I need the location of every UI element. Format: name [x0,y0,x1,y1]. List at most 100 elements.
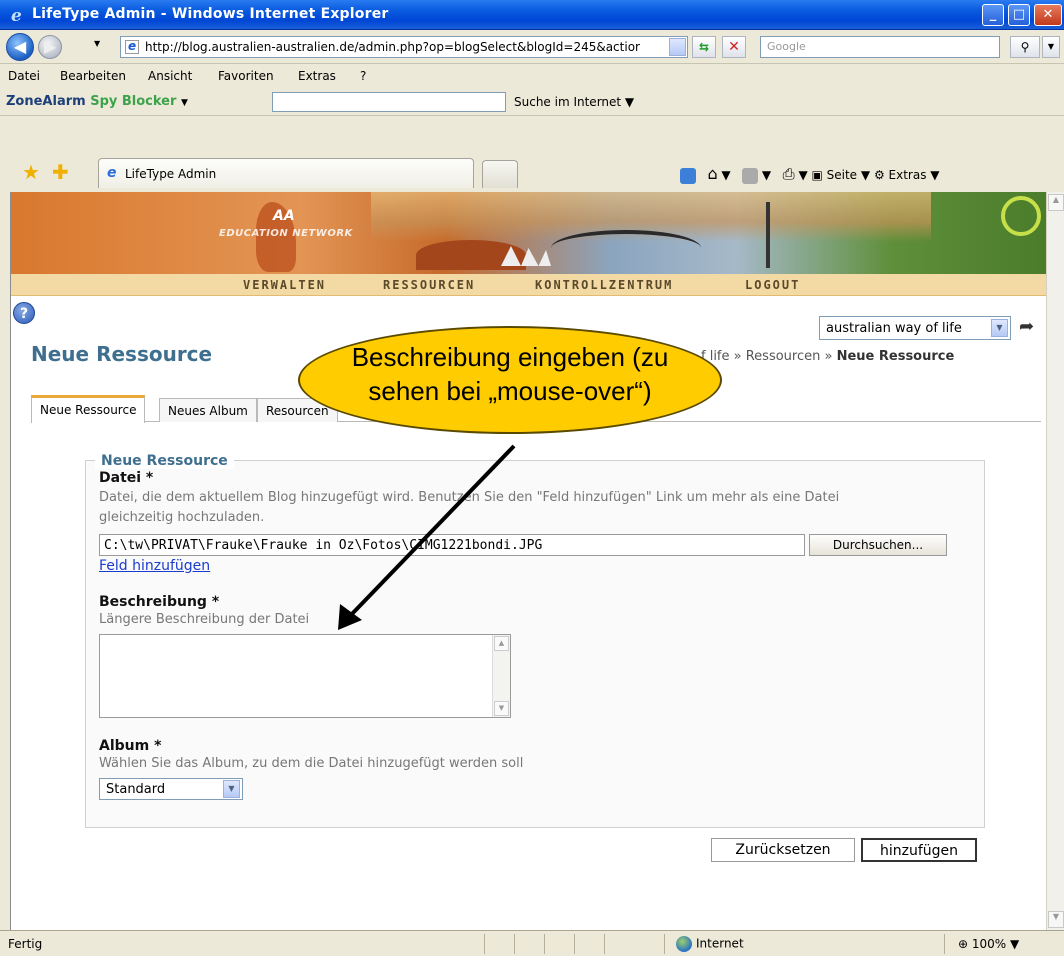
back-button[interactable]: ◀ [6,33,34,61]
status-bar: Fertig Internet ⊕ 100% ▼ [0,930,1064,956]
form-legend: Neue Ressource [95,453,234,469]
menu-datei[interactable]: Datei [8,69,40,83]
blog-select-value: australian way of life [826,321,962,336]
search-options-button[interactable]: ▼ [1042,36,1060,58]
maximize-icon: □ [1012,7,1026,22]
scroll-up-icon[interactable]: ▲ [1048,194,1064,211]
page-scrollbar[interactable]: ▲ ▼ [1046,192,1064,930]
new-tab-button[interactable] [482,160,518,188]
file-label: Datei * [99,470,154,486]
tools-menu-button[interactable]: ⚙ Extras ▼ [874,168,940,182]
logo-initials: AA [273,208,295,224]
menu-extras[interactable]: Extras [298,69,336,83]
album-hint: Wählen Sie das Album, zu dem die Datei h… [99,756,524,771]
refresh-icon: ⇆ [698,40,710,54]
forward-button[interactable]: ▶ [38,35,62,59]
blog-select[interactable]: australian way of life ▼ [819,316,1011,340]
spyblocker-logo-text: Spy Blocker [90,94,177,109]
maximize-button[interactable]: □ [1008,4,1030,26]
nav-kontrollzentrum[interactable]: KONTROLLZENTRUM [535,278,673,292]
zonealarm-search-input[interactable] [272,92,506,112]
reset-button[interactable]: Zurücksetzen [711,838,855,862]
file-description-cont: gleichzeitig hochzuladen. [99,510,265,525]
file-description: Datei, die dem aktuellem Blog hinzugefüg… [99,490,840,505]
feeds-status-icon[interactable] [680,167,696,184]
chevron-down-icon: ▼ [223,780,240,798]
window-title: LifeType Admin - Windows Internet Explor… [32,6,389,22]
description-hint: Längere Beschreibung der Datei [99,612,310,627]
browser-tab-label: LifeType Admin [125,167,217,181]
description-textarea[interactable]: ▲ ▼ [99,634,511,718]
tab-neue-ressource[interactable]: Neue Ressource [31,395,146,423]
scroll-down-icon[interactable]: ▼ [1048,911,1064,928]
search-input[interactable]: Google [760,36,1000,58]
submit-button[interactable]: hinzufügen [861,838,977,862]
address-field[interactable]: http://blog.australien-australien.de/adm… [120,36,688,58]
tower-image [766,202,770,268]
address-dropdown-button[interactable] [669,38,686,56]
breadcrumb: f life » Ressourcen » Neue Ressource [701,349,954,364]
fern-image [1001,196,1041,236]
tab-ie-icon: e [107,165,117,181]
nav-ressourcen[interactable]: RESSOURCEN [383,278,475,292]
stop-button[interactable]: ✕ [722,36,746,58]
search-placeholder: Google [767,40,806,53]
callout-text: Beschreibung eingeben (zu sehen bei „mou… [298,340,722,408]
chevron-down-icon: ▼ [991,319,1008,337]
zonealarm-search-button[interactable]: Suche im Internet ▼ [514,95,634,109]
arrow-right-icon: ▶ [43,37,57,56]
callout-line-2: sehen bei „mouse-over“) [368,376,652,406]
svg-text:e: e [11,6,22,25]
arrow-left-icon: ◀ [13,37,27,56]
menu-ansicht[interactable]: Ansicht [148,69,192,83]
album-label: Album * [99,738,162,754]
internet-explorer-icon: e [11,6,22,25]
menu-favoriten[interactable]: Favoriten [218,69,274,83]
zoom-level[interactable]: ⊕ 100% ▼ [958,937,1019,951]
logo-text: EDUCATION NETWORK [219,228,353,239]
favorites-star-icon[interactable]: ★ [22,160,40,184]
minimize-button[interactable]: _ [982,4,1004,26]
close-window-button[interactable]: ✕ [1034,4,1062,26]
browser-tab-lifetype[interactable]: e LifeType Admin [98,158,474,188]
tab-toolbar: ★ ✚ e LifeType Admin ⌂ ▼ ▼ ⎙ ▼ ▣ Seite ▼… [0,116,1064,192]
zonealarm-logo[interactable]: ZoneAlarm Spy Blocker ▼ [6,94,188,109]
help-icon[interactable]: ? [13,302,35,324]
site-banner: AA EDUCATION NETWORK [11,192,1046,274]
window-titlebar: e LifeType Admin - Windows Internet Expl… [0,0,1064,30]
tab-neues-album[interactable]: Neues Album [159,398,257,422]
scroll-up-icon[interactable]: ▲ [494,636,509,651]
page-menu-button[interactable]: ▣ Seite ▼ [811,168,870,182]
add-field-link[interactable]: Feld hinzufügen [99,558,210,574]
description-label: Beschreibung * [99,594,220,610]
zonealarm-toolbar: ZoneAlarm Spy Blocker ▼ Suche im Interne… [0,88,1064,116]
menu-bar: Datei Bearbeiten Ansicht Favoriten Extra… [0,64,1064,88]
security-zone: Internet [676,936,744,952]
search-icon: ⚲ [1020,40,1030,54]
page-viewport: AA EDUCATION NETWORK VERWALTEN RESSOURCE… [10,192,1046,930]
command-bar: ⌂ ▼ ▼ ⎙ ▼ ▣ Seite ▼ ⚙ Extras ▼ [680,164,940,184]
go-arrow-icon[interactable]: ➦ [1019,316,1034,337]
print-icon[interactable]: ⎙ [783,165,795,183]
zonealarm-logo-text: ZoneAlarm [6,94,86,109]
address-url[interactable]: http://blog.australien-australien.de/adm… [145,40,665,54]
menu-help[interactable]: ? [360,69,366,83]
add-favorite-icon[interactable]: ✚ [52,160,69,184]
feeds-icon[interactable] [742,167,759,184]
search-button[interactable]: ⚲ [1010,36,1040,58]
menu-bearbeiten[interactable]: Bearbeiten [60,69,126,83]
minimize-icon: _ [989,7,997,22]
nav-logout[interactable]: LOGOUT [745,278,800,292]
page-title: Neue Ressource [31,342,213,366]
address-toolbar: ◀ ▶ ▼ http://blog.australien-australien.… [0,30,1064,64]
history-dropdown-icon[interactable]: ▼ [94,39,100,48]
file-path-input[interactable]: C:\tw\PRIVAT\Frauke\Frauke in Oz\Fotos\C… [99,534,805,556]
textarea-scrollbar[interactable]: ▲ ▼ [492,635,510,717]
scroll-down-icon[interactable]: ▼ [494,701,509,716]
refresh-button[interactable]: ⇆ [692,36,716,58]
home-icon[interactable]: ⌂ [707,164,717,183]
browse-button[interactable]: Durchsuchen... [809,534,947,556]
nav-verwalten[interactable]: VERWALTEN [243,278,326,292]
callout-line-1: Beschreibung eingeben (zu [351,342,669,372]
album-select[interactable]: Standard ▼ [99,778,243,800]
